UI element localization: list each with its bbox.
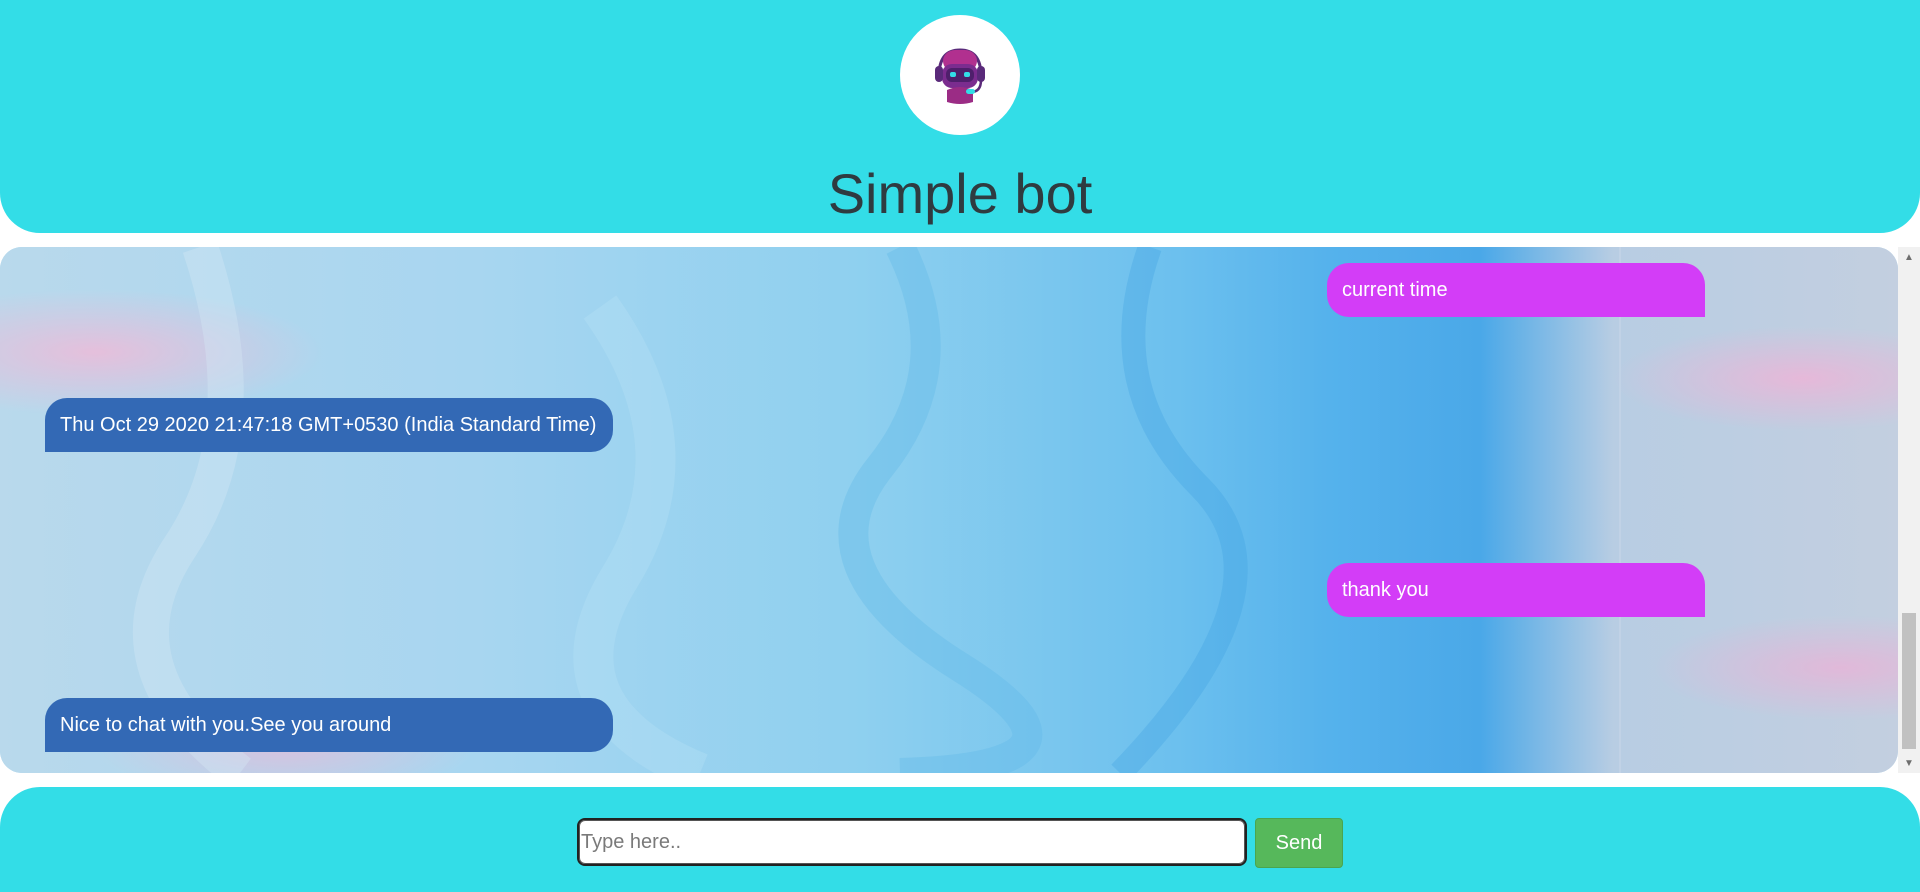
header: Simple bot (0, 0, 1920, 233)
user-message: current time (1327, 263, 1705, 317)
message-input[interactable] (577, 818, 1247, 866)
scrollbar-thumb[interactable] (1902, 613, 1916, 749)
bot-message: Thu Oct 29 2020 21:47:18 GMT+0530 (India… (45, 398, 613, 452)
chat-window[interactable]: current time Thu Oct 29 2020 21:47:18 GM… (0, 247, 1898, 773)
bot-message: Nice to chat with you.See you around (45, 698, 613, 752)
scroll-down-arrow-icon[interactable]: ▼ (1898, 753, 1920, 773)
marble-background (0, 247, 1898, 773)
scroll-up-arrow-icon[interactable]: ▲ (1898, 247, 1920, 267)
chat-scrollbar[interactable]: ▲ ▼ (1898, 247, 1920, 773)
send-button[interactable]: Send (1255, 818, 1343, 868)
robot-headset-icon (935, 48, 985, 104)
page-title: Simple bot (827, 162, 1093, 225)
bot-logo (900, 15, 1020, 135)
user-message: thank you (1327, 563, 1705, 617)
